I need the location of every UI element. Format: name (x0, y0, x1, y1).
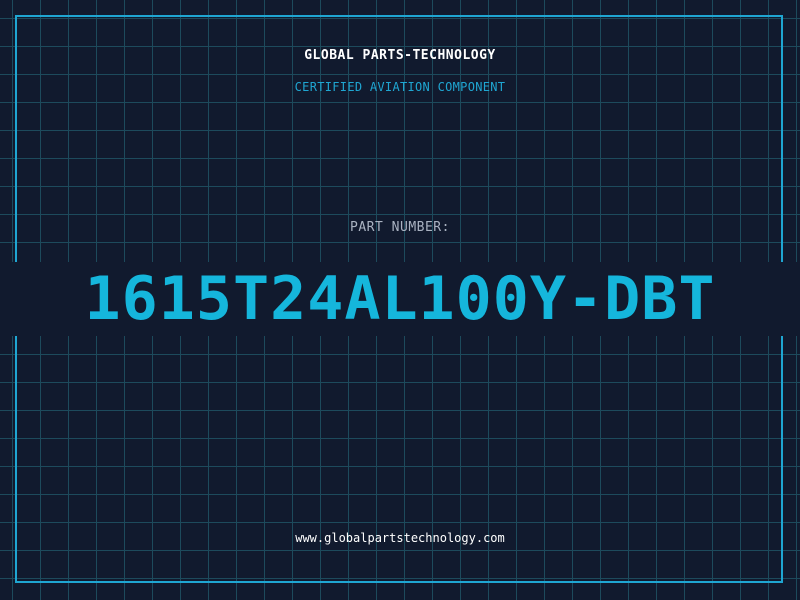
part-number-label: PART NUMBER: (350, 220, 450, 235)
tagline: CERTIFIED AVIATION COMPONENT (294, 80, 506, 94)
part-number-value: 1615T24AL100Y-DBT (84, 264, 716, 334)
brand-title: GLOBAL PARTS-TECHNOLOGY (304, 48, 496, 63)
website-url: www.globalpartstechnology.com (295, 531, 505, 545)
